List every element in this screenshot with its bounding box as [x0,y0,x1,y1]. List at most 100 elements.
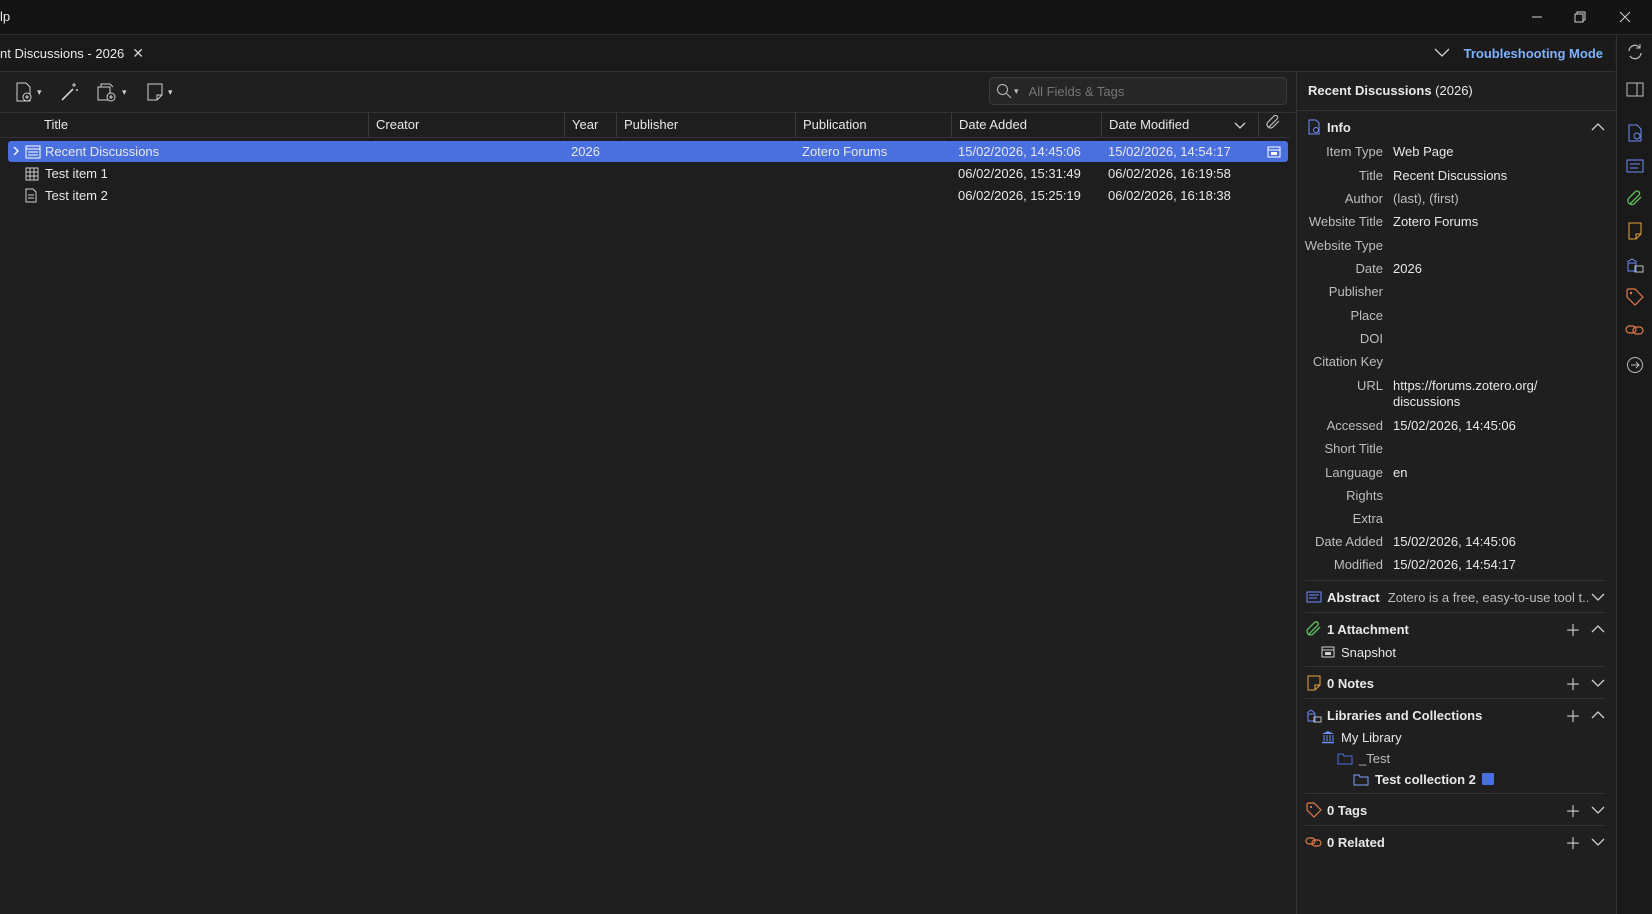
notes-section-header[interactable]: 0 Notes ＋ [1305,672,1605,694]
sync-button[interactable] [1617,40,1652,64]
field-value-website-title[interactable]: Zotero Forums [1393,214,1603,230]
nav-related[interactable] [1617,318,1652,342]
field-value-language[interactable]: en [1393,465,1603,481]
row-year: 2026 [571,144,600,159]
field-value-title[interactable]: Recent Discussions [1393,168,1603,184]
tags-section-header[interactable]: 0 Tags ＋ [1305,799,1605,821]
new-item-button[interactable]: ▾ [15,82,42,102]
field-label-doi: DOI [1359,331,1383,346]
troubleshooting-mode[interactable]: Troubleshooting Mode [1434,35,1603,71]
field-value-url[interactable]: https://forums.zotero.org/discussions [1393,378,1603,410]
field-value-place[interactable] [1393,308,1603,324]
toggle-pane-button[interactable] [1617,78,1652,102]
field-value-short-title[interactable] [1393,441,1603,457]
field-value-date-added: 15/02/2026, 14:45:06 [1393,534,1516,549]
nav-locate[interactable] [1617,353,1652,377]
field-label-rights: Rights [1346,488,1383,503]
collection-row[interactable]: _Test [1337,748,1390,768]
field-value-extra[interactable] [1393,511,1603,527]
libraries-section-header[interactable]: Libraries and Collections ＋ [1305,704,1605,726]
tab-close-icon[interactable]: ✕ [132,45,144,62]
add-by-identifier-button[interactable] [60,82,80,102]
search-input[interactable] [1026,82,1261,100]
column-creator[interactable]: Creator [368,113,564,137]
add-related-icon: ＋ [1564,836,1581,853]
tab-label: nt Discussions - 2026 [0,45,125,61]
libraries-collections-icon [1626,258,1644,273]
folder-icon [1353,774,1369,785]
nav-notes[interactable] [1617,219,1652,243]
nav-attachments[interactable] [1617,187,1652,211]
chevron-up-icon [1591,120,1605,135]
field-value-item-type[interactable]: Web Page [1393,144,1603,160]
field-value-rights[interactable] [1393,488,1603,504]
field-label-title: Title [1358,168,1383,183]
attachments-section-header[interactable]: 1 Attachment ＋ [1305,618,1605,640]
field-label-date-added: Date Added [1315,534,1383,549]
table-row[interactable]: Test item 2 06/02/2026, 15:25:19 06/02/2… [8,185,1288,206]
window-title: lp [0,9,11,24]
subcollection-row[interactable]: Test collection 2 [1353,769,1494,789]
search-mode-dropdown-icon: ▾ [1014,85,1019,96]
attachment-row[interactable]: Snapshot [1321,642,1396,662]
column-publication[interactable]: Publication [795,113,951,137]
related-section-header[interactable]: 0 Related ＋ [1305,831,1605,853]
new-item-icon [16,82,32,102]
column-attachments[interactable] [1258,113,1290,137]
expand-twisty-icon[interactable] [12,141,20,162]
item-pane-header: Recent Discussions (2026) [1297,72,1616,111]
nav-abstract[interactable] [1617,154,1652,178]
column-year[interactable]: Year [564,113,616,137]
library-row[interactable]: My Library [1321,727,1402,747]
restore-icon [1574,11,1586,23]
field-value-author[interactable]: (last), (first) [1393,191,1603,207]
field-label-item-type: Item Type [1326,144,1383,159]
field-label-modified: Modified [1333,557,1383,572]
field-label-short-title: Short Title [1324,441,1383,456]
dropdown-icon: ▾ [122,86,127,97]
table-row[interactable]: Recent Discussions 2026 Zotero Forums 15… [8,141,1288,162]
field-value-modified: 15/02/2026, 14:54:17 [1393,557,1516,572]
field-value-website-type[interactable] [1393,238,1603,254]
field-label-date: Date [1355,261,1383,276]
sort-chevron-icon [1234,119,1246,134]
field-value-doi[interactable] [1393,331,1603,347]
row-date-added: 15/02/2026, 14:45:06 [958,144,1081,159]
restore-button[interactable] [1560,0,1600,34]
row-date-added: 06/02/2026, 15:31:49 [958,166,1081,181]
toggle-pane-icon [1626,82,1644,97]
tab-item[interactable]: nt Discussions - 2026 ✕ [0,35,144,71]
libraries-section-label: Libraries and Collections [1327,707,1483,723]
tab-bar: nt Discussions - 2026 ✕ Troubleshooting … [0,35,1615,72]
search-box[interactable]: ▾ [989,77,1287,105]
notes-section-label: 0 Notes [1327,675,1374,691]
abstract-section-header[interactable]: Abstract Zotero is a free, easy-to-use t… [1305,586,1605,608]
tag-icon [1305,802,1323,818]
column-publisher[interactable]: Publisher [616,113,795,137]
field-label-place: Place [1350,308,1383,323]
row-title: Test item 2 [45,188,108,203]
chevron-down-icon [1434,48,1450,57]
field-value-accessed[interactable]: 15/02/2026, 14:45:06 [1393,418,1603,434]
nav-tags[interactable] [1617,285,1652,309]
new-attachment-button[interactable]: ▾ [96,82,127,102]
table-row[interactable]: Test item 1 06/02/2026, 15:31:49 06/02/2… [8,163,1288,184]
new-note-button[interactable]: ▾ [146,82,173,102]
column-title[interactable]: Title [37,113,368,137]
close-window-button[interactable] [1605,0,1645,34]
field-value-publisher[interactable] [1393,284,1603,300]
snapshot-attachment-icon[interactable] [1267,141,1281,162]
row-date-modified: 15/02/2026, 14:54:17 [1108,144,1231,159]
info-section-header[interactable]: Info [1305,116,1605,138]
nav-info[interactable] [1617,121,1652,145]
minimize-icon [1532,16,1542,18]
attachments-section-label: 1 Attachment [1327,621,1409,637]
nav-libraries[interactable] [1617,252,1652,276]
field-value-citation-key[interactable] [1393,354,1603,370]
row-date-added: 06/02/2026, 15:25:19 [958,188,1081,203]
column-date-added[interactable]: Date Added [951,113,1101,137]
minimize-button[interactable] [1514,0,1560,34]
items-toolbar: ▾ ▾ ▾ ▾ [0,72,1295,113]
dataset-item-icon [25,163,39,184]
field-value-date[interactable]: 2026 [1393,261,1603,277]
